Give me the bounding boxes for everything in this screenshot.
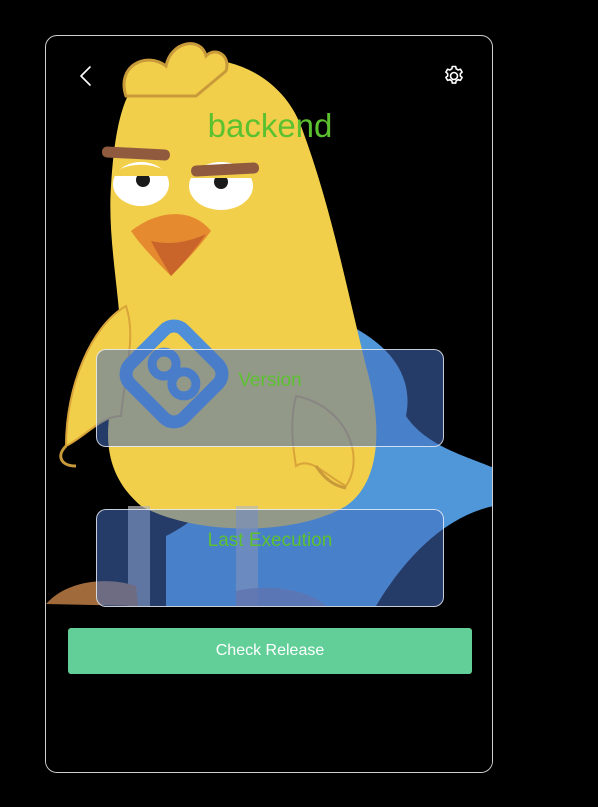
app-screen: backend Version Last Execution Check Rel… <box>0 0 598 807</box>
last-execution-card: Last Execution <box>96 509 444 607</box>
version-card: Version <box>96 349 444 447</box>
version-label: Version <box>238 370 302 391</box>
last-execution-label: Last Execution <box>207 530 333 551</box>
settings-button[interactable] <box>442 64 466 88</box>
gear-icon <box>445 65 463 84</box>
page-title: backend <box>207 107 333 144</box>
check-release-button[interactable]: Check Release <box>68 628 472 674</box>
back-button[interactable] <box>76 64 98 88</box>
device-frame: backend Version Last Execution Check Rel… <box>45 35 493 773</box>
chevron-left-icon <box>80 66 91 86</box>
